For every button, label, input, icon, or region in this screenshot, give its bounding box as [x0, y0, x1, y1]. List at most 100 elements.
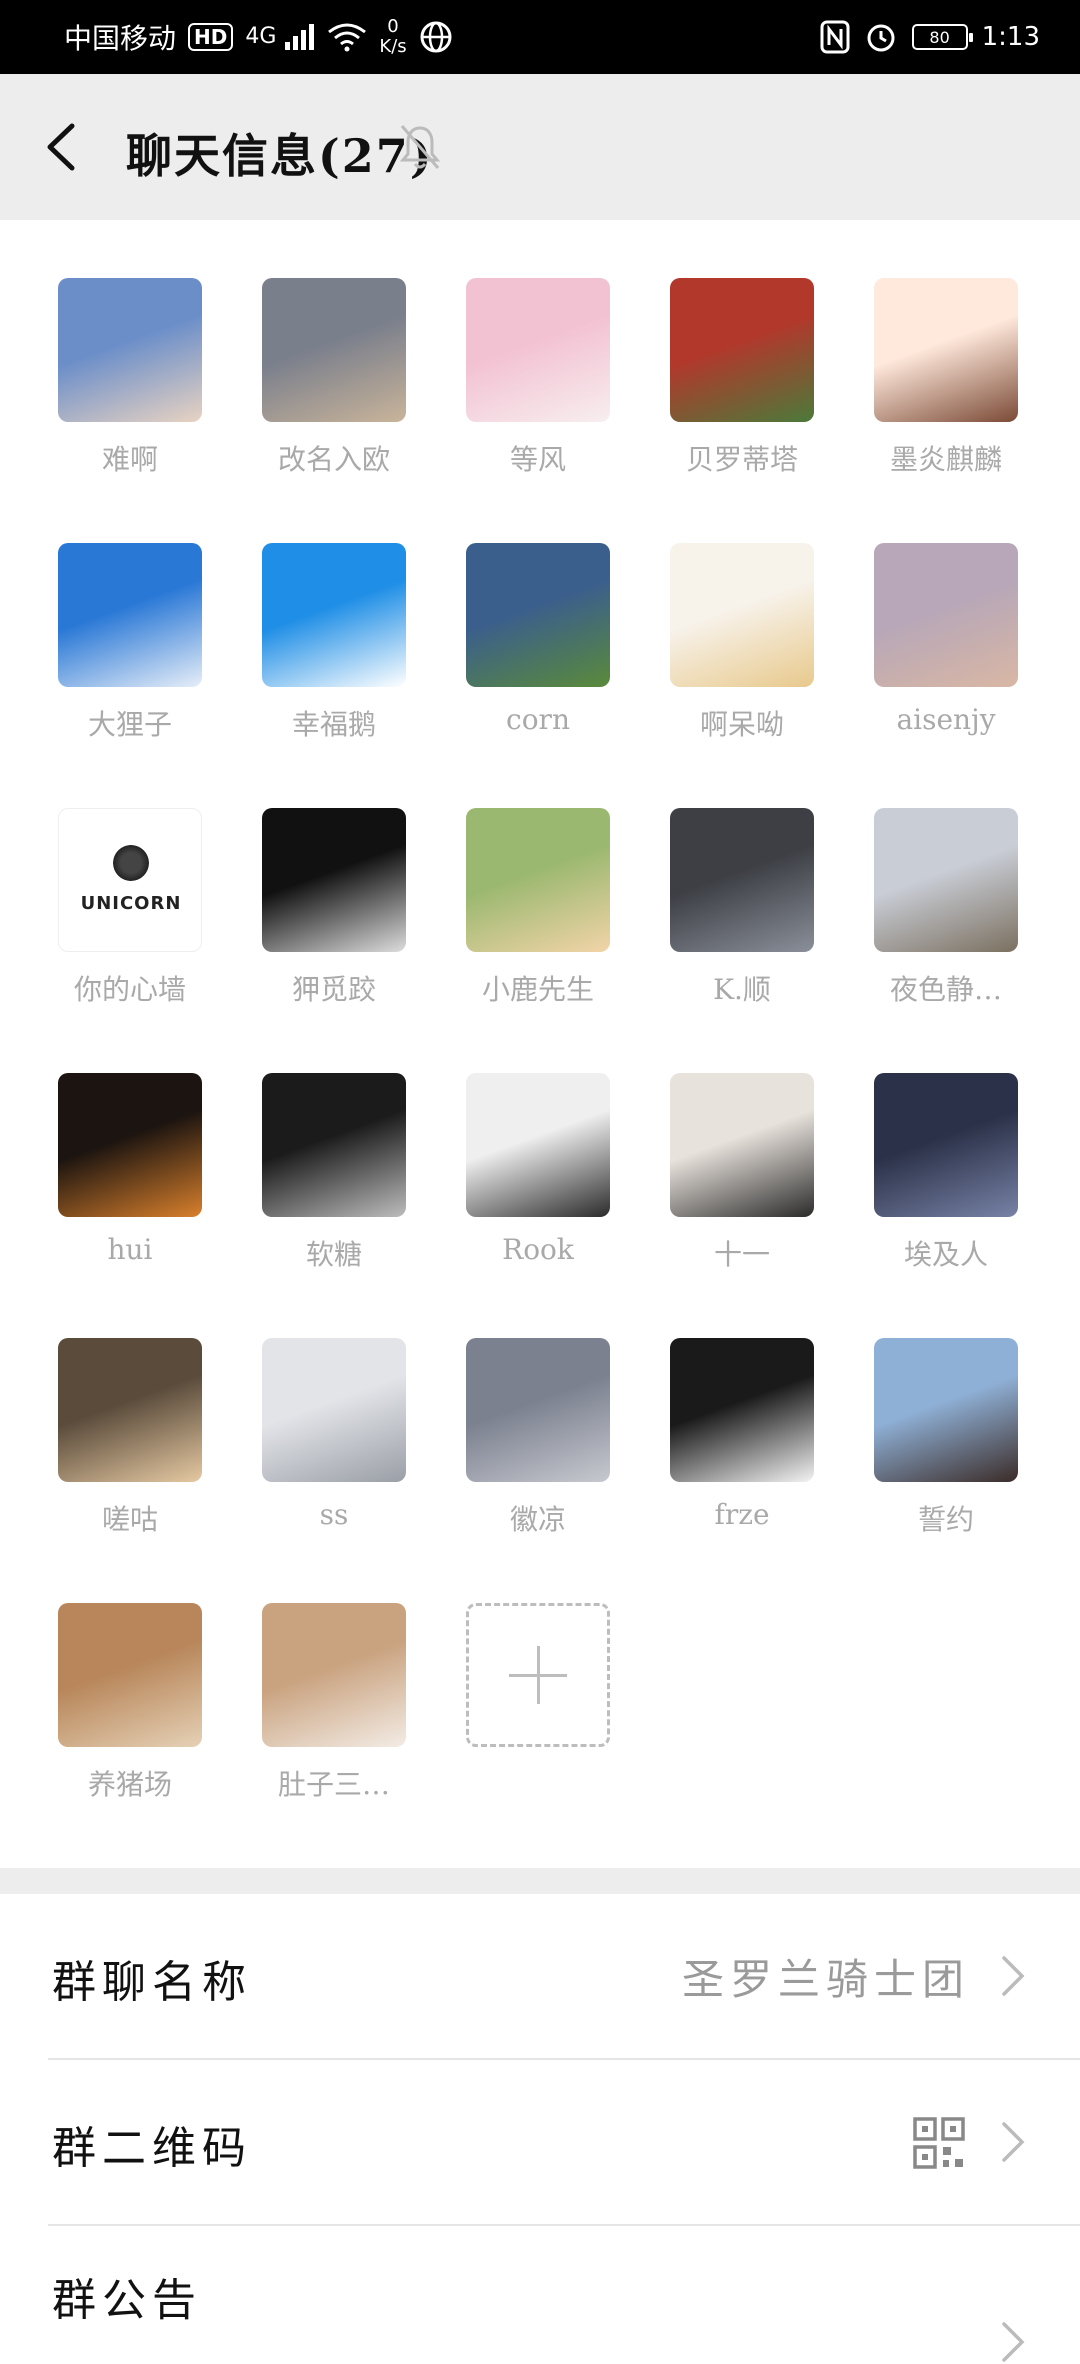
member-name: 难啊	[101, 443, 158, 476]
avatar[interactable]	[262, 543, 406, 687]
member-item[interactable]: 啊呆呦	[628, 485, 832, 741]
member-item[interactable]: aisenjy	[832, 485, 1036, 736]
avatar[interactable]	[670, 278, 814, 422]
avatar[interactable]	[58, 1338, 202, 1482]
member-item[interactable]: 肚子三…	[220, 1545, 424, 1801]
member-name: 夜色静…	[889, 973, 1002, 1006]
network-gen-label: 4G	[245, 24, 277, 49]
avatar[interactable]: UNICORN	[58, 808, 202, 952]
plus-icon[interactable]	[466, 1603, 610, 1747]
title-bar: 聊天信息(27)	[0, 74, 1080, 220]
avatar[interactable]	[262, 278, 406, 422]
qr-code-icon	[913, 2117, 965, 2169]
member-item[interactable]: 等风	[424, 220, 628, 476]
member-item[interactable]: 大狸子	[16, 485, 220, 741]
member-item[interactable]: 墨炎麒麟	[832, 220, 1036, 476]
avatar[interactable]	[262, 1603, 406, 1747]
avatar[interactable]	[58, 1073, 202, 1217]
battery-icon: 80	[911, 24, 973, 50]
avatar[interactable]	[670, 1073, 814, 1217]
member-name: 啊呆呦	[699, 708, 784, 741]
nfc-icon	[820, 20, 850, 54]
net-speed: 0 K/s	[379, 17, 406, 57]
bell-off-icon	[399, 125, 441, 169]
member-item[interactable]: Rook	[424, 1015, 628, 1266]
avatar[interactable]	[466, 278, 610, 422]
group-qr-row[interactable]: 群二维码	[0, 2060, 1080, 2226]
member-item[interactable]: corn	[424, 485, 628, 736]
member-name: 你的心墙	[73, 973, 186, 1006]
avatar[interactable]	[874, 278, 1018, 422]
back-arrow-icon[interactable]	[36, 114, 96, 180]
member-name: 肚子三…	[277, 1768, 390, 1801]
group-name-value: 圣罗兰骑士团	[681, 1955, 970, 2004]
member-name: K.顺	[713, 973, 771, 1006]
avatar[interactable]	[58, 278, 202, 422]
member-name: aisenjy	[896, 703, 996, 736]
member-name: 十一	[713, 1238, 770, 1271]
member-name: 嗟咕	[101, 1503, 158, 1536]
net-speed-value: 0	[387, 16, 399, 37]
avatar[interactable]	[58, 543, 202, 687]
wifi-icon	[328, 23, 367, 52]
member-item[interactable]: 养猪场	[16, 1545, 220, 1801]
alarm-icon	[867, 24, 895, 52]
member-name: 幸福鹅	[291, 708, 376, 741]
member-name: 贝罗蒂塔	[685, 443, 798, 476]
chevron-right-icon	[1002, 2122, 1025, 2162]
avatar[interactable]	[874, 808, 1018, 952]
avatar[interactable]	[670, 543, 814, 687]
member-item[interactable]: 幸福鹅	[220, 485, 424, 741]
avatar[interactable]	[466, 1338, 610, 1482]
avatar[interactable]	[670, 808, 814, 952]
member-item[interactable]: 夜色静…	[832, 750, 1036, 1006]
member-item[interactable]: 软糖	[220, 1015, 424, 1271]
member-item[interactable]: 埃及人	[832, 1015, 1036, 1271]
group-qr-label: 群二维码	[52, 2123, 252, 2174]
member-name: 改名入欧	[277, 443, 390, 476]
member-item[interactable]: 誓约	[832, 1280, 1036, 1536]
member-item[interactable]: hui	[16, 1015, 220, 1266]
avatar[interactable]	[58, 1603, 202, 1747]
avatar[interactable]	[466, 1073, 610, 1217]
member-item[interactable]: 难啊	[16, 220, 220, 476]
group-name-row[interactable]: 群聊名称 圣罗兰骑士团	[0, 1894, 1080, 2060]
member-name: 徽凉	[509, 1503, 566, 1536]
tree-logo-icon	[113, 845, 149, 881]
avatar[interactable]	[262, 1338, 406, 1482]
member-item[interactable]: 狎觅跤	[220, 750, 424, 1006]
member-name: 大狸子	[87, 708, 172, 741]
avatar[interactable]	[670, 1338, 814, 1482]
net-speed-unit: K/s	[379, 36, 407, 57]
member-name: ss	[319, 1498, 349, 1531]
avatar[interactable]	[262, 808, 406, 952]
hd-badge: HD	[188, 23, 234, 51]
chevron-right-icon	[1002, 2322, 1025, 2362]
avatar[interactable]	[262, 1073, 406, 1217]
member-item[interactable]: 徽凉	[424, 1280, 628, 1536]
add-member-button[interactable]	[424, 1545, 628, 1785]
member-item[interactable]: 十一	[628, 1015, 832, 1271]
avatar[interactable]	[874, 1073, 1018, 1217]
member-name: 小鹿先生	[481, 973, 594, 1006]
member-item[interactable]: UNICORN 你的心墙	[16, 750, 220, 1006]
member-grid: 难啊 改名入欧 等风 贝罗蒂塔 墨炎麒麟大狸子 幸福鹅 corn 啊呆呦 aisenjy UNIC…	[0, 220, 1080, 1868]
status-bar: 中国移动 HD 4G 0 K/s 80 1:13	[0, 0, 1080, 74]
member-name: Rook	[502, 1233, 574, 1266]
member-item[interactable]: 贝罗蒂塔	[628, 220, 832, 476]
chevron-right-icon	[1002, 1956, 1025, 1996]
avatar[interactable]	[874, 1338, 1018, 1482]
member-item[interactable]: 嗟咕	[16, 1280, 220, 1536]
member-item[interactable]: 改名入欧	[220, 220, 424, 476]
member-name: corn	[506, 703, 570, 736]
member-item[interactable]: 小鹿先生	[424, 750, 628, 1006]
avatar[interactable]	[466, 808, 610, 952]
group-notice-row[interactable]: 群公告	[0, 2226, 1080, 2362]
clock-time: 1:13	[981, 22, 1040, 52]
member-name: 誓约	[917, 1503, 974, 1536]
member-item[interactable]: ss	[220, 1280, 424, 1531]
avatar[interactable]	[874, 543, 1018, 687]
member-item[interactable]: frze	[628, 1280, 832, 1531]
avatar[interactable]	[466, 543, 610, 687]
member-item[interactable]: K.顺	[628, 750, 832, 1006]
